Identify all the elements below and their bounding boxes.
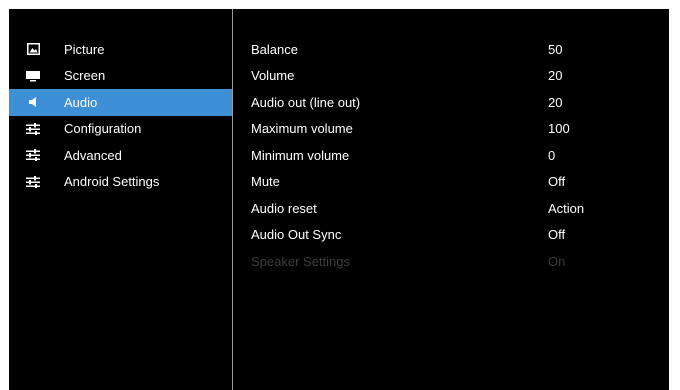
setting-volume[interactable]: Volume 20: [251, 63, 669, 90]
setting-mute[interactable]: Mute Off: [251, 169, 669, 196]
menu-item-android-settings[interactable]: Android Settings: [9, 169, 232, 196]
osd-screen: Picture Screen Audio Configuration Advan…: [9, 9, 669, 390]
setting-audio-reset[interactable]: Audio reset Action: [251, 195, 669, 222]
menu-item-advanced[interactable]: Advanced: [9, 142, 232, 169]
menu-item-label: Audio: [64, 94, 98, 110]
setting-value: Action: [548, 200, 585, 216]
sliders-icon: [26, 175, 40, 189]
setting-value: Off: [548, 174, 566, 190]
setting-label: Audio reset: [251, 200, 317, 216]
setting-speaker-settings: Speaker Settings On: [251, 248, 669, 275]
setting-value: 0: [548, 147, 556, 163]
screen-icon: [26, 69, 40, 83]
setting-value: 50: [548, 41, 563, 57]
setting-label: Minimum volume: [251, 147, 350, 163]
setting-value: Off: [548, 227, 566, 243]
setting-label: Maximum volume: [251, 121, 353, 137]
setting-maximum-volume[interactable]: Maximum volume 100: [251, 116, 669, 143]
setting-label: Audio out (line out): [251, 94, 361, 110]
setting-value: 20: [548, 94, 563, 110]
setting-label: Speaker Settings: [251, 253, 351, 269]
setting-label: Audio Out Sync: [251, 227, 342, 243]
menu-item-label: Screen: [64, 68, 106, 84]
sliders-icon: [26, 148, 40, 162]
menu-item-label: Picture: [64, 41, 105, 57]
setting-audio-out-sync[interactable]: Audio Out Sync Off: [251, 222, 669, 249]
menu-item-audio[interactable]: Audio: [9, 89, 232, 116]
menu-item-configuration[interactable]: Configuration: [9, 116, 232, 143]
picture-icon: [26, 42, 40, 56]
sliders-icon: [26, 122, 40, 136]
setting-value: 20: [548, 68, 563, 84]
main-menu: Picture Screen Audio Configuration Advan…: [9, 36, 232, 195]
setting-balance[interactable]: Balance 50: [251, 36, 669, 63]
menu-item-label: Android Settings: [64, 174, 160, 190]
menu-item-label: Configuration: [64, 121, 142, 137]
menu-item-picture[interactable]: Picture: [9, 36, 232, 63]
menu-item-screen[interactable]: Screen: [9, 63, 232, 90]
menu-item-label: Advanced: [64, 147, 122, 163]
speaker-icon: [26, 95, 40, 109]
setting-label: Balance: [251, 41, 298, 57]
panel-divider: [232, 9, 233, 390]
setting-audio-out[interactable]: Audio out (line out) 20: [251, 89, 669, 116]
setting-minimum-volume[interactable]: Minimum volume 0: [251, 142, 669, 169]
setting-value: On: [548, 253, 566, 269]
setting-label: Mute: [251, 174, 280, 190]
audio-settings-list: Balance 50 Volume 20 Audio out (line out…: [251, 36, 669, 275]
setting-value: 100: [548, 121, 570, 137]
setting-label: Volume: [251, 68, 295, 84]
